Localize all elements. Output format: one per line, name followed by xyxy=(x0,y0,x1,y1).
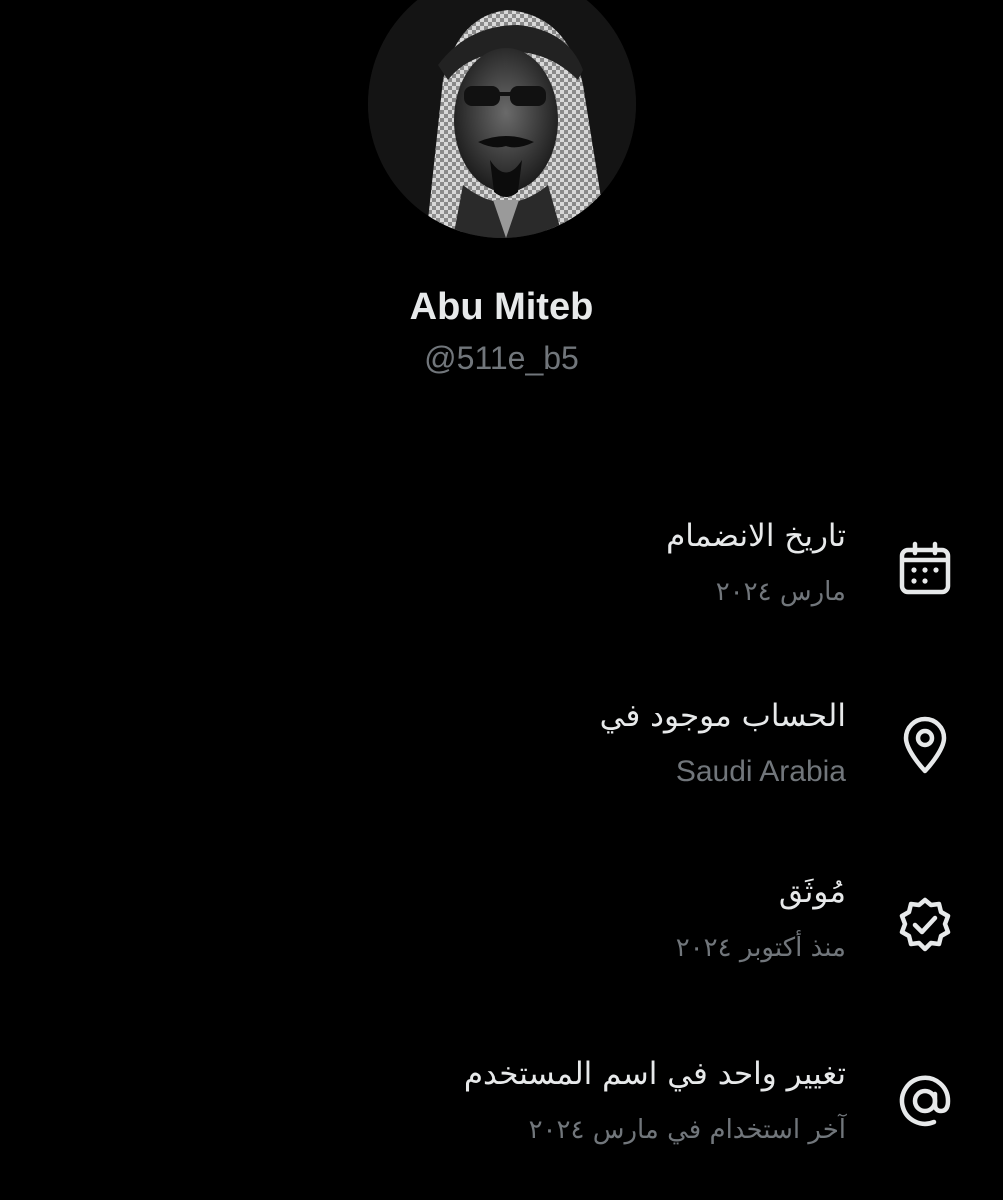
account-location-label: الحساب موجود في xyxy=(599,698,846,734)
verified-row: مُوثَق منذ أكتوبر ٢٠٢٤ xyxy=(0,870,1003,990)
verified-label: مُوثَق xyxy=(778,874,846,910)
avatar-photo xyxy=(368,0,636,238)
verified-badge-icon xyxy=(894,894,956,956)
joined-date-row: تاريخ الانضمام مارس ٢٠٢٤ xyxy=(0,514,1003,634)
calendar-icon xyxy=(894,539,956,601)
joined-date-value: مارس ٢٠٢٤ xyxy=(715,577,846,607)
username-change-label: تغيير واحد في اسم المستخدم xyxy=(463,1056,846,1092)
at-sign-icon xyxy=(894,1070,956,1132)
avatar[interactable] xyxy=(368,0,636,238)
username-change-row: تغيير واحد في اسم المستخدم آخر استخدام ف… xyxy=(0,1052,1003,1172)
profile-display-name: Abu Miteb xyxy=(409,286,594,328)
account-location-row: الحساب موجود في Saudi Arabia xyxy=(0,694,1003,814)
profile-handle: @511e_b5 xyxy=(424,340,579,376)
username-change-value: آخر استخدام في مارس ٢٠٢٤ xyxy=(528,1115,846,1145)
location-pin-icon xyxy=(894,714,956,776)
verified-since-value: منذ أكتوبر ٢٠٢٤ xyxy=(675,933,846,963)
joined-date-label: تاريخ الانضمام xyxy=(666,518,846,554)
account-location-value: Saudi Arabia xyxy=(675,755,846,788)
